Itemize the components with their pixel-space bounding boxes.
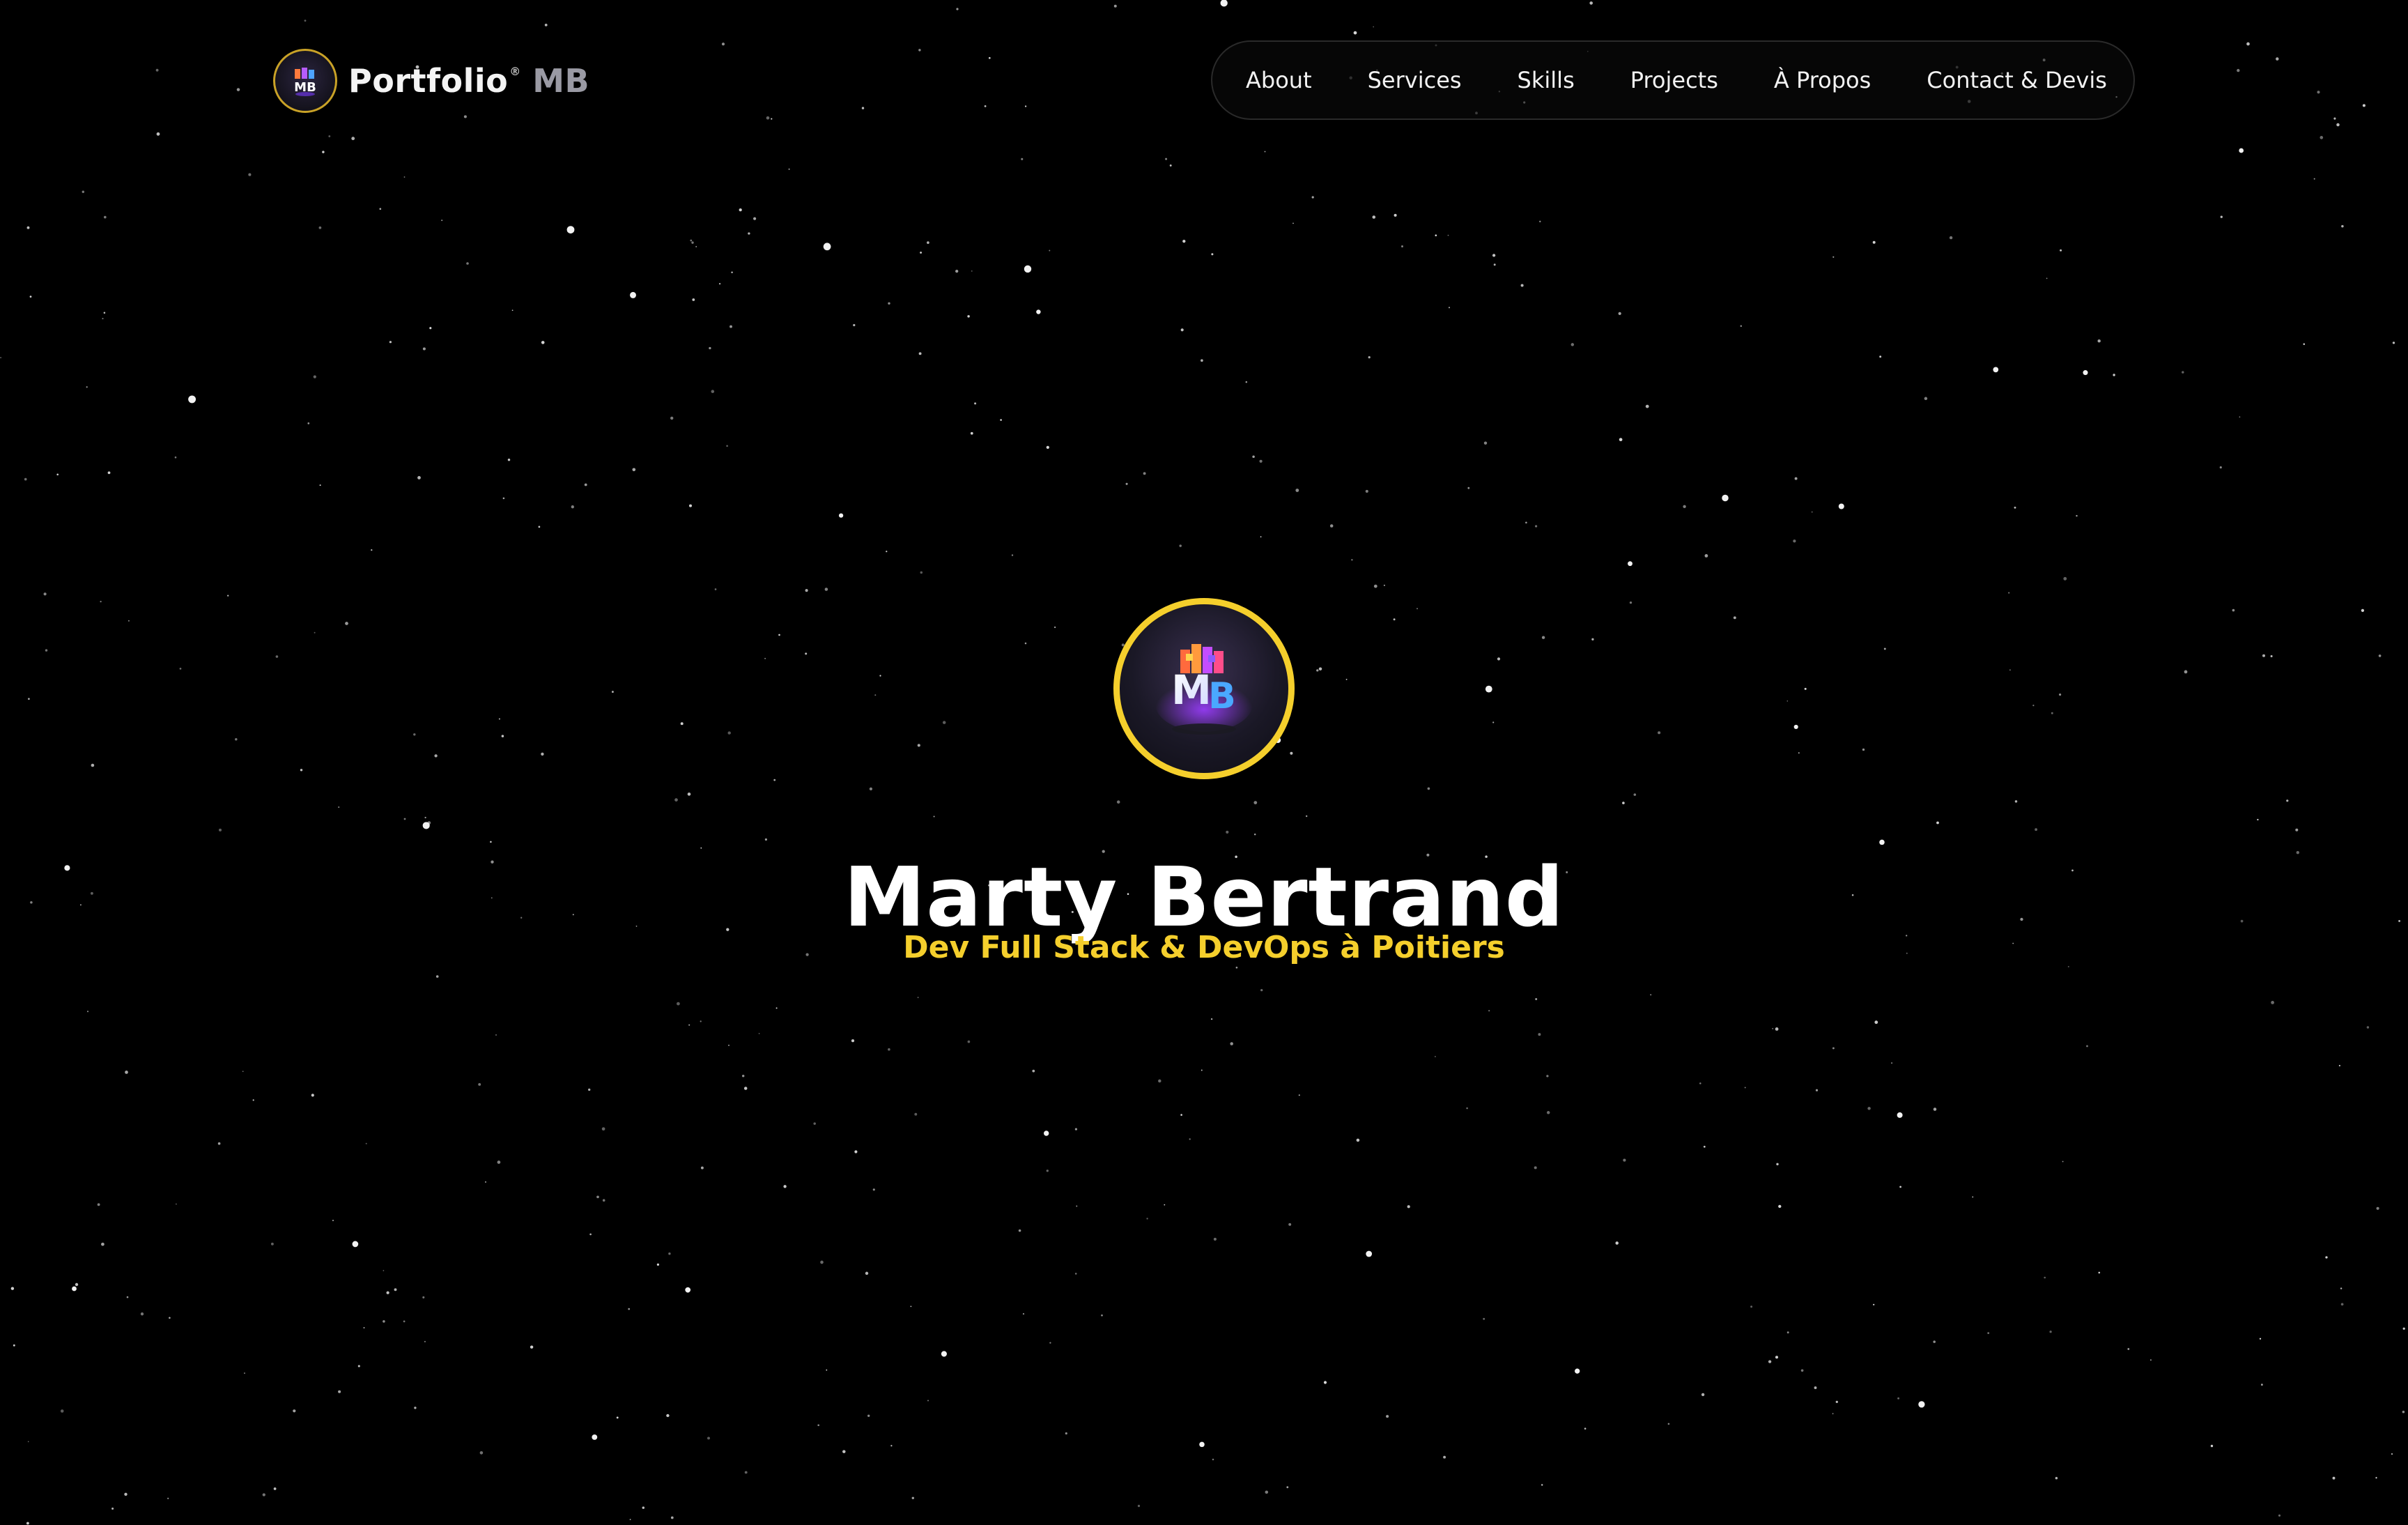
svg-text:M: M [1171,666,1212,714]
hero-subtitle: Dev Full Stack & DevOps à Poitiers [903,930,1505,965]
mb-cube-avatar-icon: M B [1113,598,1295,779]
svg-text:B: B [1208,675,1236,717]
hero-section: M B Marty Bertrand Dev Full Stack & DevO… [0,0,2408,1525]
